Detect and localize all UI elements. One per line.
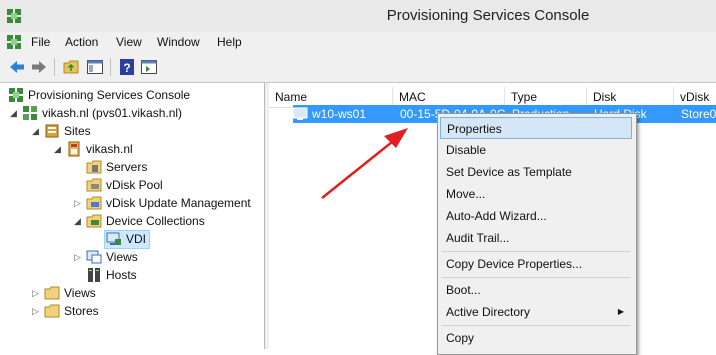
views-folder-icon: [44, 286, 60, 300]
tree-label-farm-views: Views: [64, 286, 96, 300]
menu-separator: [442, 325, 630, 326]
column-header-type[interactable]: Type: [505, 87, 587, 107]
hosts-icon: [88, 268, 100, 282]
cell-vdisk: Store01: [681, 107, 716, 121]
menu-window[interactable]: Window: [157, 35, 200, 49]
tree-label-site: vikash.nl: [86, 142, 133, 156]
menu-action[interactable]: Action: [65, 35, 98, 49]
svg-text:?: ?: [123, 61, 130, 75]
expand-arrow-icon[interactable]: ▷: [74, 194, 81, 212]
context-item-auto-add-wizard[interactable]: Auto-Add Wizard...: [440, 205, 632, 227]
collapse-arrow-icon[interactable]: ◢: [32, 122, 39, 140]
target-device-icon: [292, 107, 308, 120]
collapse-arrow-icon[interactable]: ◢: [74, 212, 81, 230]
context-item-active-directory-label: Active Directory: [446, 305, 531, 319]
tree-label-servers: Servers: [106, 160, 148, 174]
vdisk-update-folder-icon: [86, 196, 102, 210]
column-header-name[interactable]: Name: [269, 87, 393, 107]
window-title: Provisioning Services Console: [386, 7, 590, 24]
tree-label-vdisk-pool: vDisk Pool: [106, 178, 163, 192]
device-collections-folder-icon: [86, 214, 102, 228]
cell-device-name: w10-ws01: [312, 107, 367, 121]
context-item-disable[interactable]: Disable: [440, 139, 632, 161]
expand-arrow-icon[interactable]: ▷: [32, 284, 39, 302]
help-icon[interactable]: ?: [118, 58, 136, 76]
servers-folder-icon: [86, 160, 102, 174]
views-icon: [86, 250, 102, 264]
menu-help[interactable]: Help: [217, 35, 242, 49]
context-menu: Properties Disable Set Device as Templat…: [437, 113, 637, 355]
show-hide-tree-icon[interactable]: [86, 58, 104, 76]
tree-label-farm: vikash.nl (pvs01.vikash.nl): [42, 106, 183, 120]
column-header-vdisk[interactable]: vDisk: [674, 87, 716, 107]
menu-separator: [442, 251, 630, 252]
tree-label-sites: Sites: [64, 124, 91, 138]
context-item-active-directory[interactable]: Active Directory ▶: [440, 301, 632, 323]
context-item-set-template[interactable]: Set Device as Template: [440, 161, 632, 183]
tree-label-vdisk-update: vDisk Update Management: [106, 196, 251, 210]
menu-separator: [442, 277, 630, 278]
menu-file[interactable]: File: [31, 35, 50, 49]
menu-bar: File Action View Window Help: [0, 32, 716, 52]
expand-arrow-icon[interactable]: ▷: [74, 248, 81, 266]
sites-icon: [45, 124, 59, 138]
tree-label-hosts: Hosts: [106, 268, 137, 282]
context-item-copy-device-properties[interactable]: Copy Device Properties...: [440, 253, 632, 275]
title-bar: Provisioning Services Console: [0, 0, 716, 32]
console-tree-pane[interactable]: Provisioning Services Console ◢ vikash.n…: [0, 83, 265, 349]
context-item-move[interactable]: Move...: [440, 183, 632, 205]
device-collection-icon: [106, 232, 121, 245]
context-item-audit-trail[interactable]: Audit Trail...: [440, 227, 632, 249]
context-item-properties[interactable]: Properties: [440, 117, 632, 139]
column-header-mac[interactable]: MAC: [393, 87, 505, 107]
vdisk-pool-folder-icon: [86, 178, 102, 192]
up-folder-icon[interactable]: [62, 58, 80, 76]
console-menu-icon[interactable]: [6, 34, 22, 50]
tree-label-root: Provisioning Services Console: [28, 88, 191, 102]
provisioning-console-icon: [9, 88, 23, 102]
forward-icon[interactable]: [30, 58, 48, 76]
console-icon[interactable]: [140, 58, 158, 76]
expand-arrow-icon[interactable]: ▷: [32, 302, 39, 320]
stores-folder-icon: [44, 304, 60, 318]
tree-label-vdi: VDI: [126, 232, 147, 246]
submenu-arrow-icon: ▶: [617, 307, 624, 316]
menu-view[interactable]: View: [116, 35, 142, 49]
farm-icon: [23, 106, 37, 120]
collapse-arrow-icon[interactable]: ◢: [54, 140, 61, 158]
toolbar: ?: [0, 52, 716, 83]
tree-label-device-collections: Device Collections: [106, 214, 205, 228]
tree-label-site-views: Views: [106, 250, 138, 264]
context-item-copy[interactable]: Copy: [440, 327, 632, 349]
site-icon: [68, 141, 80, 157]
context-item-boot[interactable]: Boot...: [440, 279, 632, 301]
tree-item-vdi[interactable]: VDI: [104, 230, 150, 249]
tree-label-stores: Stores: [64, 304, 99, 318]
back-icon[interactable]: [8, 58, 26, 76]
column-header-disk[interactable]: Disk: [587, 87, 674, 107]
collapse-arrow-icon[interactable]: ◢: [10, 104, 17, 122]
